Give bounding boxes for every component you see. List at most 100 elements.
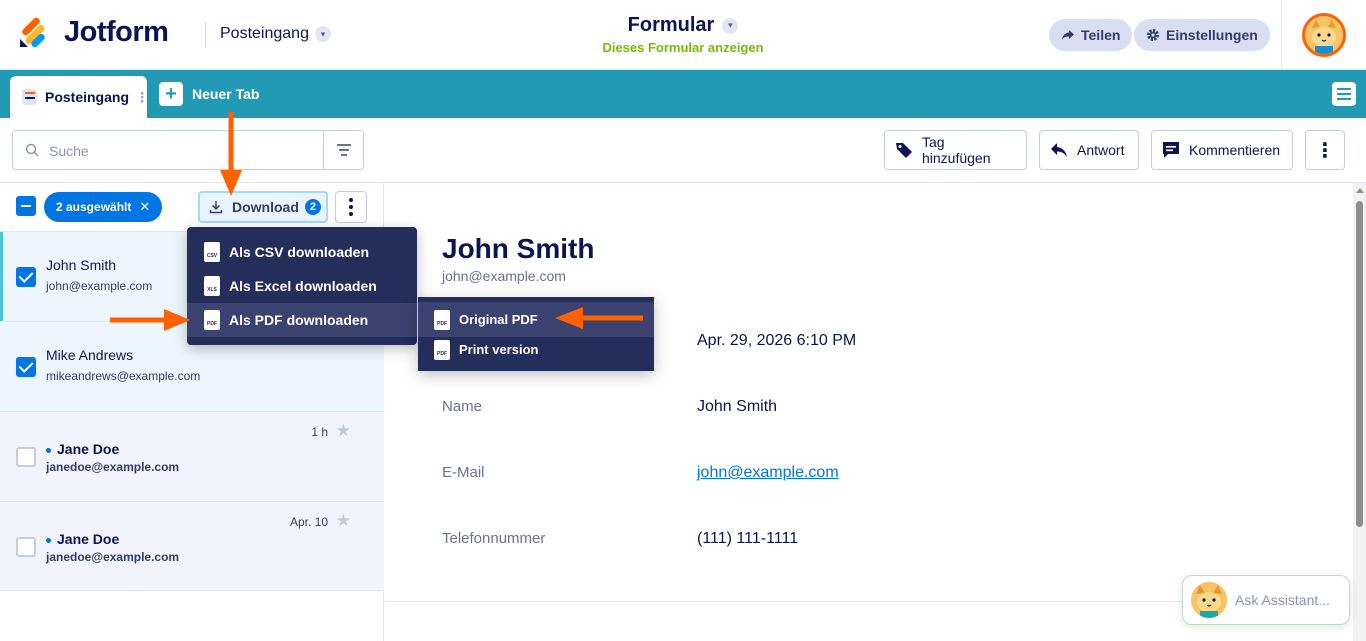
submitter-name: John Smith xyxy=(46,257,117,273)
reply-label: Antwort xyxy=(1077,142,1125,158)
pdf-file-icon: PDF xyxy=(434,339,450,360)
menu-item-label: Als Excel downloaden xyxy=(229,278,377,294)
submission-time: 1 h xyxy=(311,425,328,439)
ask-assistant-label: Ask Assistant... xyxy=(1235,592,1330,608)
app-header: Jotform Posteingang ▾ Formular ▾ Dieses … xyxy=(0,0,1366,70)
share-button[interactable]: Teilen xyxy=(1049,19,1133,51)
filter-icon[interactable] xyxy=(336,144,352,156)
list-item[interactable]: Jane Doe janedoe@example.com Apr. 10 ★ xyxy=(0,501,384,591)
kebab-icon: ⋮ xyxy=(1315,139,1335,162)
selected-count-chip[interactable]: 2 ausgewählt ✕ xyxy=(44,192,163,222)
row-checkbox[interactable] xyxy=(16,267,36,287)
tag-icon xyxy=(895,141,913,159)
star-icon[interactable]: ★ xyxy=(336,511,351,531)
comment-icon xyxy=(1162,141,1180,159)
chevron-down-icon: ▾ xyxy=(722,17,739,34)
search-box: Suche xyxy=(12,130,364,170)
menu-item-print-version[interactable]: PDF Print version xyxy=(418,332,654,367)
csv-file-icon: CSV xyxy=(204,242,220,262)
plus-icon: + xyxy=(159,82,183,106)
field-label-phone: Telefonnummer xyxy=(442,530,546,547)
unread-dot xyxy=(46,537,51,543)
submitter-name: Jane Doe xyxy=(46,531,119,547)
comment-label: Kommentieren xyxy=(1189,142,1281,158)
download-button[interactable]: Download 2 xyxy=(198,191,328,223)
header-separator xyxy=(1281,0,1282,70)
star-icon[interactable]: ★ xyxy=(336,421,351,441)
new-tab-button[interactable]: + Neuer Tab xyxy=(159,82,259,106)
download-count-badge: 2 xyxy=(304,199,321,215)
reply-button[interactable]: Antwort xyxy=(1039,130,1139,170)
field-label-email: E-Mail xyxy=(442,464,485,481)
user-avatar[interactable] xyxy=(1302,13,1346,57)
new-tab-label: Neuer Tab xyxy=(192,86,260,102)
submitter-name: Jane Doe xyxy=(46,441,119,457)
close-icon[interactable]: ✕ xyxy=(139,199,150,215)
search-filter-divider xyxy=(323,131,324,169)
search-input[interactable]: Suche xyxy=(49,143,89,159)
pdf-file-icon: PDF xyxy=(434,309,450,330)
submitter-email: janedoe@example.com xyxy=(46,460,180,474)
detail-email: john@example.com xyxy=(442,268,566,284)
tab-inbox-label: Posteingang xyxy=(44,89,129,105)
more-actions-button[interactable]: ⋮ xyxy=(1305,130,1345,170)
submission-time: Apr. 10 xyxy=(289,515,328,529)
list-item[interactable]: Jane Doe janedoe@example.com 1 h ★ xyxy=(0,411,384,501)
row-checkbox[interactable] xyxy=(16,357,36,377)
field-value-name: John Smith xyxy=(697,398,778,415)
detail-scrollbar[interactable] xyxy=(1353,183,1366,641)
form-title[interactable]: Formular ▾ xyxy=(628,14,739,37)
xls-file-icon: XLS xyxy=(204,276,220,296)
selection-more-button[interactable] xyxy=(335,191,367,223)
select-all-checkbox[interactable] xyxy=(16,196,36,216)
share-arrow-icon xyxy=(1062,30,1074,40)
menu-item-label: Original PDF xyxy=(459,312,538,327)
cat-avatar-icon xyxy=(1305,16,1343,54)
submitter-name: Mike Andrews xyxy=(46,347,134,363)
submission-date-value: Apr. 29, 2026 6:10 PM xyxy=(697,332,857,349)
inbox-toolbar: Suche Tag hinzufügen Antwort Kommentiere… xyxy=(0,118,1366,183)
menu-item-download-csv[interactable]: CSV Als CSV downloaden xyxy=(187,235,417,269)
menu-item-label: Print version xyxy=(459,342,539,357)
row-checkbox[interactable] xyxy=(16,447,36,467)
search-icon xyxy=(25,143,39,157)
pdf-file-icon: PDF xyxy=(204,310,220,330)
selection-bar: 2 ausgewählt ✕ Download 2 xyxy=(0,183,384,231)
assistant-cat-icon xyxy=(1191,582,1227,618)
field-value-phone: (111) 111-1111 xyxy=(697,530,799,547)
selected-count-label: 2 ausgewählt xyxy=(56,200,132,214)
comment-button[interactable]: Kommentieren xyxy=(1151,130,1293,170)
settings-label: Einstellungen xyxy=(1166,27,1258,43)
scroll-up-arrow-icon[interactable] xyxy=(1356,188,1364,193)
field-label-name: Name xyxy=(442,398,483,415)
submission-detail: John Smith john@example.com Apr. 29, 202… xyxy=(385,183,1366,641)
scroll-thumb[interactable] xyxy=(1356,201,1363,527)
tab-options-icon[interactable]: ⋮ xyxy=(135,89,149,106)
pdf-submenu: PDF Original PDF PDF Print version xyxy=(418,297,654,371)
download-icon xyxy=(209,201,223,214)
hamburger-menu-button[interactable] xyxy=(1332,82,1356,106)
field-value-email-link[interactable]: john@example.com xyxy=(697,464,839,482)
form-title-text: Formular xyxy=(627,14,715,36)
settings-button[interactable]: Einstellungen xyxy=(1134,19,1270,51)
download-label: Download xyxy=(232,199,299,215)
menu-item-download-pdf[interactable]: PDF Als PDF downloaden xyxy=(187,303,417,337)
detail-name: John Smith xyxy=(442,233,595,264)
menu-item-download-excel[interactable]: XLS Als Excel downloaden xyxy=(187,269,417,303)
add-tag-label: Tag hinzufügen xyxy=(922,134,991,166)
submitter-email: janedoe@example.com xyxy=(46,550,180,564)
reply-icon xyxy=(1050,142,1068,158)
add-tag-button[interactable]: Tag hinzufügen xyxy=(884,130,1027,170)
submitter-email: mikeandrews@example.com xyxy=(46,369,201,383)
unread-dot xyxy=(46,447,51,453)
menu-item-label: Als PDF downloaden xyxy=(229,312,369,328)
row-checkbox[interactable] xyxy=(16,537,36,557)
tab-inbox[interactable]: Posteingang ⋮ xyxy=(10,76,149,118)
ask-assistant-button[interactable]: Ask Assistant... xyxy=(1182,575,1350,625)
tab-bar: Posteingang ⋮ + Neuer Tab xyxy=(0,70,1366,118)
list-divider xyxy=(0,590,384,591)
share-label: Teilen xyxy=(1081,27,1121,43)
inbox-tab-icon xyxy=(22,89,37,105)
gear-icon xyxy=(1147,29,1159,41)
menu-item-label: Als CSV downloaden xyxy=(229,244,370,260)
